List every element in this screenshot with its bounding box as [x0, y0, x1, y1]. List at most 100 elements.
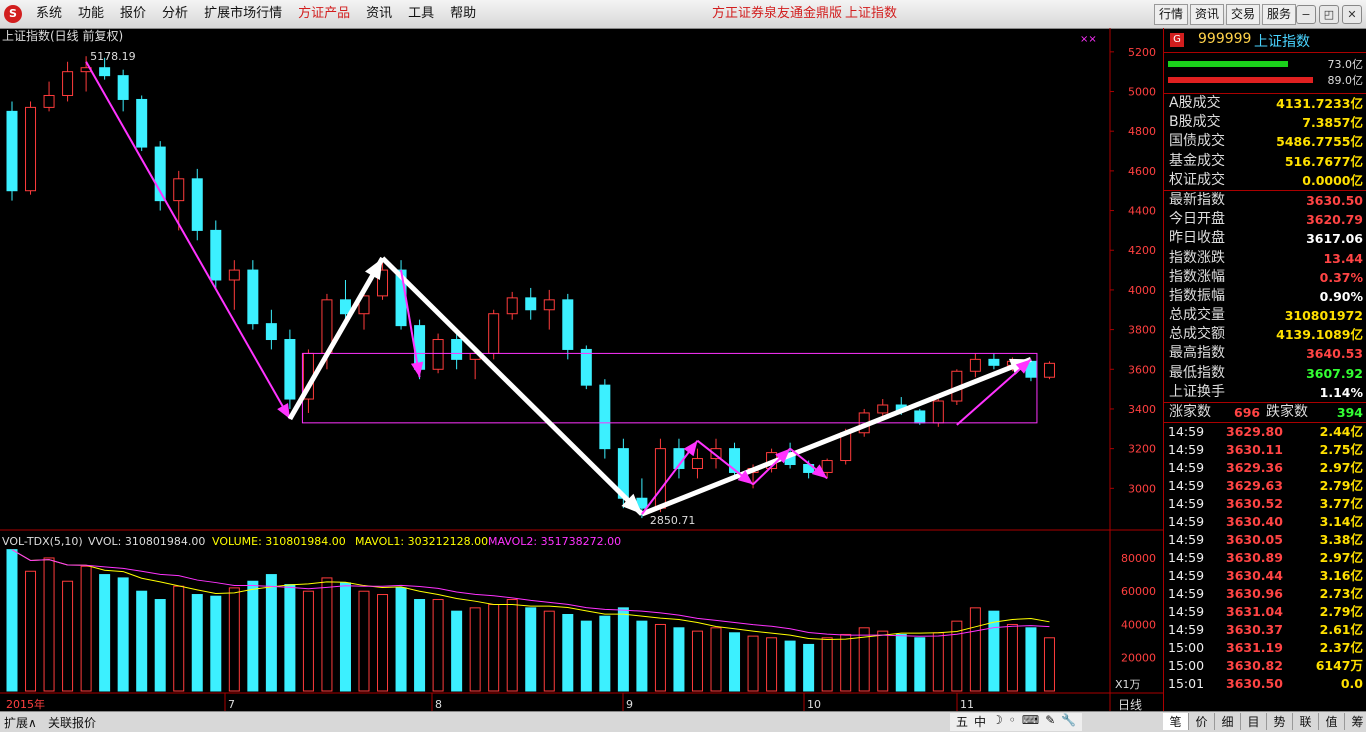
stock-name: 上证指数	[1254, 34, 1310, 50]
tick-price: 3629.36	[1226, 460, 1283, 476]
window-controls: − ◰ ✕	[1296, 5, 1362, 24]
row-label: 最低指数	[1169, 364, 1225, 381]
side-tab-3[interactable]: 目	[1241, 713, 1267, 730]
volume-bar	[432, 599, 444, 692]
volume-bar	[1025, 627, 1037, 692]
ime-icon-3[interactable]: ◦	[1009, 713, 1016, 731]
outflow-bar	[1168, 77, 1313, 83]
row-value: 310801972	[1284, 308, 1363, 324]
tick-time: 14:59	[1168, 460, 1205, 476]
related-quote-button[interactable]: 关联报价	[48, 714, 96, 731]
tick-volume: 2.75亿	[1319, 442, 1363, 458]
top-button-1[interactable]: 资讯	[1189, 4, 1224, 25]
minimize-icon[interactable]: −	[1296, 5, 1316, 24]
volume-bar	[803, 643, 815, 692]
row-label: 基金成交	[1169, 152, 1225, 169]
mavol1-value: MAVOL1: 303212128.00	[355, 535, 488, 548]
volume-bar	[562, 613, 574, 692]
tick-time: 14:59	[1168, 622, 1205, 638]
tick-row: 14:59 3630.05 3.38亿	[1164, 531, 1366, 549]
ime-icon-2[interactable]: ☽	[992, 713, 1003, 731]
tick-volume: 3.14亿	[1319, 514, 1363, 530]
menu-item-8[interactable]: 帮助	[442, 0, 484, 28]
candle	[1043, 361, 1055, 380]
top-button-0[interactable]: 行情	[1153, 4, 1188, 25]
mavol2-value: MAVOL2: 351738272.00	[488, 535, 621, 548]
side-tab-5[interactable]: 联	[1293, 713, 1319, 730]
rebound-arrow	[287, 256, 385, 421]
rows2-row-9: 最低指数 3607.92	[1164, 364, 1366, 383]
menu-item-2[interactable]: 报价	[112, 0, 154, 28]
row-value: 13.44	[1323, 250, 1363, 266]
tick-time: 14:59	[1168, 586, 1205, 602]
tick-time: 14:59	[1168, 568, 1205, 584]
tick-price: 3630.44	[1226, 568, 1283, 584]
side-tab-1[interactable]: 价	[1189, 713, 1215, 730]
ime-icon-0[interactable]: 五	[956, 713, 968, 731]
kline-chart[interactable]: 5200 5000 4800 4600 4400 4200 4000 3800 3600 3400…	[0, 28, 1163, 711]
menu-bar: S 系统 功能 报价 分析 扩展市场行情 方证产品 资讯 工具 帮助 方正证券泉友通金鼎版 上证…	[0, 0, 1366, 29]
candle	[506, 291, 518, 320]
row-label: 最新指数	[1169, 191, 1225, 208]
side-tab-7[interactable]: 筹	[1345, 713, 1366, 730]
row-value: 5486.7755亿	[1276, 134, 1363, 150]
row-value: 0.0000亿	[1302, 172, 1363, 188]
side-tab-2[interactable]: 细	[1215, 713, 1241, 730]
price-tick-label: 4600	[1128, 165, 1156, 178]
candle	[247, 260, 259, 330]
candle	[25, 101, 37, 195]
top-button-3[interactable]: 服务	[1261, 4, 1296, 25]
volume-bar	[525, 607, 537, 692]
menu-item-4[interactable]: 扩展市场行情	[196, 0, 290, 28]
row-label: 总成交额	[1169, 326, 1225, 343]
ime-icon-4[interactable]: ⌨	[1022, 713, 1039, 731]
index-stats-section: 最新指数 3630.50 今日开盘 3620.79 昨日收盘 3617.06 指数涨跌 13.…	[1164, 191, 1366, 403]
tick-time: 14:59	[1168, 442, 1205, 458]
top-button-2[interactable]: 交易	[1225, 4, 1260, 25]
rows2-row-4: 指数涨幅 0.37%	[1164, 268, 1366, 287]
side-tab-6[interactable]: 值	[1319, 713, 1345, 730]
tick-price: 3630.52	[1226, 496, 1283, 512]
tick-volume: 2.97亿	[1319, 550, 1363, 566]
side-tab-4[interactable]: 势	[1267, 713, 1293, 730]
group-icon[interactable]: G	[1170, 33, 1184, 47]
tick-price: 3630.40	[1226, 514, 1283, 530]
price-tick-label: 4400	[1128, 205, 1156, 218]
volume-bar	[543, 610, 555, 692]
volume-bar	[265, 574, 277, 692]
price-tick-label: 3200	[1128, 443, 1156, 456]
ime-icon-6[interactable]: 🔧	[1061, 713, 1076, 731]
menu-item-5[interactable]: 方证产品	[290, 0, 358, 28]
tick-volume: 2.97亿	[1319, 460, 1363, 476]
row-label: 总成交量	[1169, 307, 1225, 324]
tick-price: 3630.89	[1226, 550, 1283, 566]
close-icon[interactable]: ✕	[1342, 5, 1362, 24]
rows2-row-10: 上证换手 1.14%	[1164, 383, 1366, 402]
tick-row: 14:59 3629.63 2.79亿	[1164, 477, 1366, 495]
volume-bar	[395, 587, 407, 692]
tick-volume: 2.73亿	[1319, 586, 1363, 602]
volume-bar	[154, 599, 166, 692]
tick-list[interactable]: 14:59 3629.80 2.44亿 14:59 3630.11 2.75亿 14:59 3…	[1164, 423, 1366, 693]
candle	[580, 345, 592, 390]
side-tab-0[interactable]: 笔	[1163, 713, 1189, 730]
tick-price: 3630.82	[1226, 658, 1283, 674]
restore-icon[interactable]: ◰	[1319, 5, 1339, 24]
month-label: 10	[807, 698, 821, 711]
volume-bar	[784, 640, 796, 692]
candle	[265, 309, 277, 350]
menu-item-7[interactable]: 工具	[400, 0, 442, 28]
menu-item-3[interactable]: 分析	[154, 0, 196, 28]
volume-bar	[302, 590, 314, 692]
ime-icon-5[interactable]: ✎	[1045, 713, 1055, 731]
ime-icon-1[interactable]: 中	[974, 713, 986, 731]
volume-bar	[840, 633, 852, 692]
volume-bar	[469, 607, 481, 692]
expand-button[interactable]: 扩展∧	[4, 714, 37, 731]
menu-item-0[interactable]: 系统	[28, 0, 70, 28]
volume-bar	[210, 595, 222, 692]
volume-bar	[414, 599, 426, 692]
menu-item-1[interactable]: 功能	[70, 0, 112, 28]
menu-item-6[interactable]: 资讯	[358, 0, 400, 28]
tick-volume: 3.77亿	[1319, 496, 1363, 512]
